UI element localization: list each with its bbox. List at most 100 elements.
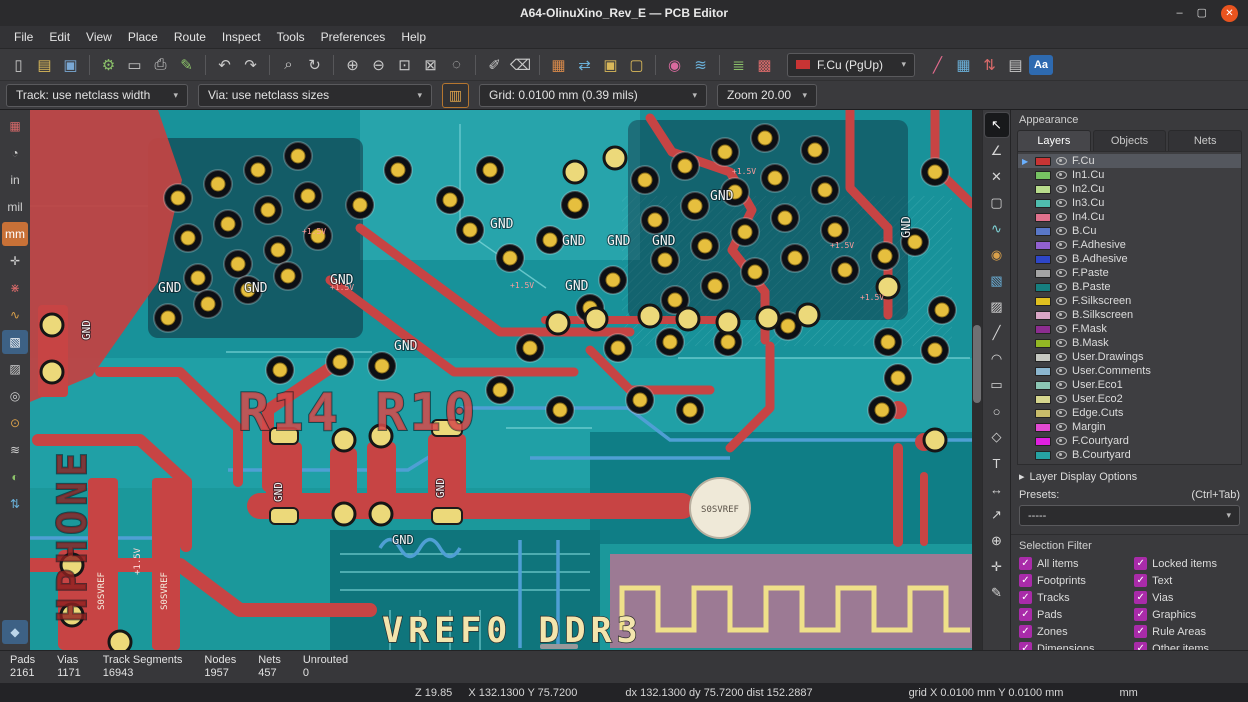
visibility-eye-icon[interactable] bbox=[1056, 367, 1067, 375]
pad[interactable] bbox=[564, 161, 586, 183]
layer-color-swatch[interactable] bbox=[1035, 451, 1051, 460]
layer-row-b-adhesive[interactable]: B.Adhesive bbox=[1018, 252, 1241, 266]
visibility-eye-icon[interactable] bbox=[1056, 241, 1067, 249]
measure-tool-icon[interactable]: ✎ bbox=[985, 581, 1009, 605]
zoom-selection-icon[interactable]: ◌ bbox=[444, 52, 469, 77]
add-keepout-icon[interactable]: ▨ bbox=[985, 295, 1009, 319]
checkbox-checked-icon[interactable]: ✓ bbox=[1134, 625, 1147, 638]
layer-color-swatch[interactable] bbox=[1035, 283, 1051, 292]
draw-polygon-icon[interactable]: ◇ bbox=[985, 425, 1009, 449]
swap-layer-icon[interactable]: ⇅ bbox=[977, 52, 1002, 77]
pad[interactable] bbox=[547, 312, 569, 334]
layer-row-f-courtyard[interactable]: F.Courtyard bbox=[1018, 434, 1241, 448]
layer-row-f-cu[interactable]: ▶F.Cu bbox=[1018, 154, 1241, 168]
visibility-eye-icon[interactable] bbox=[1056, 255, 1067, 263]
layer-color-swatch[interactable] bbox=[1035, 437, 1051, 446]
visibility-eye-icon[interactable] bbox=[1056, 269, 1067, 277]
menu-item-edit[interactable]: Edit bbox=[41, 28, 78, 46]
edit-icon[interactable]: ✐ bbox=[482, 52, 507, 77]
filter-item-all-items[interactable]: ✓All items bbox=[1019, 557, 1130, 570]
high-contrast-icon[interactable]: ◐ bbox=[2, 465, 28, 489]
filter-item-text[interactable]: ✓Text bbox=[1134, 574, 1240, 587]
footprint-editor-icon[interactable]: ▦ bbox=[546, 52, 571, 77]
layer-color-swatch[interactable] bbox=[1035, 367, 1051, 376]
layer-row-user-eco2[interactable]: User.Eco2 bbox=[1018, 392, 1241, 406]
menu-item-help[interactable]: Help bbox=[393, 28, 434, 46]
refresh-icon[interactable]: ↻ bbox=[302, 52, 327, 77]
menu-item-tools[interactable]: Tools bbox=[269, 28, 313, 46]
visibility-eye-icon[interactable] bbox=[1056, 157, 1067, 165]
presets-dropdown[interactable]: ----- ▾ bbox=[1019, 505, 1240, 526]
new-board-icon[interactable]: ▯ bbox=[6, 52, 31, 77]
layer-row-user-drawings[interactable]: User.Drawings bbox=[1018, 350, 1241, 364]
net-inspector-panel-icon[interactable]: ▤ bbox=[1003, 52, 1028, 77]
visibility-eye-icon[interactable] bbox=[1056, 283, 1067, 291]
checkbox-checked-icon[interactable]: ✓ bbox=[1134, 608, 1147, 621]
checkbox-checked-icon[interactable]: ✓ bbox=[1019, 574, 1032, 587]
visibility-eye-icon[interactable] bbox=[1056, 185, 1067, 193]
visibility-eye-icon[interactable] bbox=[1056, 199, 1067, 207]
layer-row-b-paste[interactable]: B.Paste bbox=[1018, 280, 1241, 294]
checkbox-checked-icon[interactable]: ✓ bbox=[1019, 591, 1032, 604]
visibility-eye-icon[interactable] bbox=[1056, 451, 1067, 459]
visibility-eye-icon[interactable] bbox=[1056, 297, 1067, 305]
menu-item-file[interactable]: File bbox=[6, 28, 41, 46]
layer-row-f-mask[interactable]: F.Mask bbox=[1018, 322, 1241, 336]
draw-rect-icon[interactable]: ▭ bbox=[985, 373, 1009, 397]
via-size-selector[interactable]: Via: use netclass sizes ▾ bbox=[198, 84, 432, 107]
visibility-eye-icon[interactable] bbox=[1056, 171, 1067, 179]
delete-items-icon[interactable]: ⌫ bbox=[508, 52, 533, 77]
zoom-objects-icon[interactable]: ⊠ bbox=[418, 52, 443, 77]
layer-color-swatch[interactable] bbox=[1035, 269, 1051, 278]
find-icon[interactable]: ⌕ bbox=[276, 52, 301, 77]
pad[interactable] bbox=[370, 503, 392, 525]
layer-color-swatch[interactable] bbox=[1035, 325, 1051, 334]
menu-item-route[interactable]: Route bbox=[166, 28, 214, 46]
menu-item-view[interactable]: View bbox=[78, 28, 120, 46]
pad[interactable] bbox=[41, 361, 63, 383]
layer-row-in4-cu[interactable]: In4.Cu bbox=[1018, 210, 1241, 224]
layer-color-swatch[interactable] bbox=[1035, 185, 1051, 194]
pad[interactable] bbox=[41, 314, 63, 336]
pad[interactable] bbox=[585, 308, 607, 330]
text-variables-icon[interactable]: Aa bbox=[1029, 55, 1053, 75]
undo-icon[interactable]: ↶ bbox=[212, 52, 237, 77]
print-icon[interactable]: ⎙ bbox=[148, 52, 173, 77]
zone-outline-icon[interactable]: ▨ bbox=[2, 357, 28, 381]
layer-row-b-cu[interactable]: B.Cu bbox=[1018, 224, 1241, 238]
layer-color-swatch[interactable] bbox=[1035, 297, 1051, 306]
show-ratsnest-icon[interactable]: ≋ bbox=[688, 52, 713, 77]
visibility-eye-icon[interactable] bbox=[1056, 437, 1067, 445]
drill-origin-icon[interactable]: ⊕ bbox=[985, 529, 1009, 553]
layer-color-swatch[interactable] bbox=[1035, 241, 1051, 250]
checkbox-checked-icon[interactable]: ✓ bbox=[1019, 557, 1032, 570]
visibility-eye-icon[interactable] bbox=[1056, 311, 1067, 319]
save-icon[interactable]: ▣ bbox=[58, 52, 83, 77]
units-mils-icon[interactable]: mil bbox=[2, 195, 28, 219]
ratsnest-curved-icon[interactable]: ∿ bbox=[2, 303, 28, 327]
add-leader-icon[interactable]: ↗ bbox=[985, 503, 1009, 527]
add-zone-icon[interactable]: ▧ bbox=[985, 269, 1009, 293]
grid-style-icon[interactable]: ▦ bbox=[951, 52, 976, 77]
layer-color-swatch[interactable] bbox=[1035, 171, 1051, 180]
expand-arrow-icon[interactable]: ▸ bbox=[1019, 470, 1025, 483]
grid-selector[interactable]: Grid: 0.0100 mm (0.39 mils) ▾ bbox=[479, 84, 707, 107]
redo-icon[interactable]: ↷ bbox=[238, 52, 263, 77]
filter-item-footprints[interactable]: ✓Footprints bbox=[1019, 574, 1130, 587]
menu-item-place[interactable]: Place bbox=[120, 28, 166, 46]
pad-sketch-icon[interactable]: ◎ bbox=[2, 384, 28, 408]
draw-arc-icon[interactable]: ◠ bbox=[985, 347, 1009, 371]
zoom-selector[interactable]: Zoom 20.00 ▾ bbox=[717, 84, 817, 107]
visibility-eye-icon[interactable] bbox=[1056, 381, 1067, 389]
highlight-net-icon[interactable]: ◉ bbox=[662, 52, 687, 77]
layer-color-swatch[interactable] bbox=[1035, 311, 1051, 320]
pad[interactable] bbox=[604, 147, 626, 169]
layer-color-swatch[interactable] bbox=[1035, 255, 1051, 264]
unlock-icon[interactable]: ▢ bbox=[624, 52, 649, 77]
layer-row-f-adhesive[interactable]: F.Adhesive bbox=[1018, 238, 1241, 252]
checkbox-checked-icon[interactable]: ✓ bbox=[1134, 591, 1147, 604]
visibility-eye-icon[interactable] bbox=[1056, 339, 1067, 347]
pad[interactable] bbox=[924, 429, 946, 451]
units-inches-icon[interactable]: in bbox=[2, 168, 28, 192]
ruler-tool-icon[interactable]: ∠ bbox=[985, 139, 1009, 163]
